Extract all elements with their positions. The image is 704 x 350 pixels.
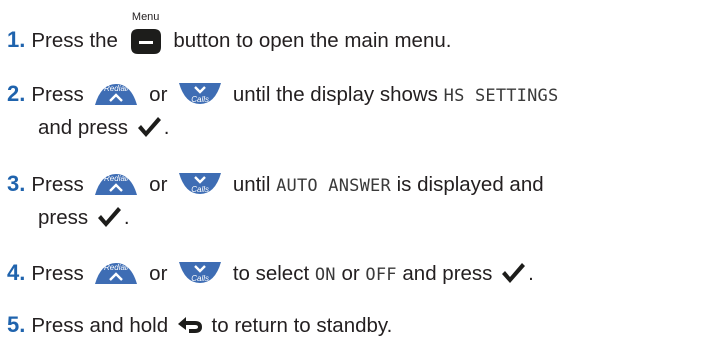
display-text: HS SETTINGS	[443, 86, 559, 106]
step-number: 2.	[7, 81, 26, 106]
step-1: 1. Press the Menu button to open the main…	[7, 11, 702, 59]
step-text: .	[123, 206, 130, 229]
calls-label: Calls	[191, 95, 209, 104]
step-2: 2. Press Redial/ or Calls until the displ…	[7, 76, 702, 114]
step-text: until	[232, 173, 271, 196]
checkmark-icon	[96, 205, 122, 229]
calls-down-button-icon: Calls	[177, 260, 223, 286]
step-number: 4.	[7, 260, 26, 285]
checkmark-icon	[500, 261, 526, 285]
redial-label: Redial/	[104, 263, 129, 272]
redial-up-button-icon: Redial/	[93, 81, 139, 107]
redial-up-button-icon: Redial/	[93, 260, 139, 286]
step-text: or	[149, 262, 168, 285]
step-number: 5.	[7, 312, 26, 337]
menu-button-label: Menu	[131, 11, 160, 23]
redial-label: Redial/	[104, 84, 129, 93]
instructions: 1. Press the Menu button to open the main…	[0, 0, 704, 350]
display-text-off: OFF	[365, 265, 397, 285]
step-text: or	[341, 262, 360, 285]
step-text: Press	[31, 173, 84, 196]
redial-up-button-icon: Redial/	[93, 171, 139, 197]
step-4: 4. Press Redial/ or Calls to select ON or…	[7, 255, 702, 293]
step-2-continued: and press .	[38, 110, 704, 146]
display-text: AUTO ANSWER	[276, 176, 391, 196]
display-text-on: ON	[314, 265, 336, 285]
step-text: or	[149, 83, 168, 106]
step-text: and press	[402, 262, 493, 285]
menu-button-icon: Menu	[128, 11, 164, 55]
calls-down-button-icon: Calls	[177, 81, 223, 107]
step-text: Press	[31, 262, 84, 285]
step-text: to return to standby.	[211, 314, 393, 337]
step-3-continued: press .	[38, 200, 704, 236]
redial-label: Redial/	[104, 174, 129, 183]
checkmark-icon	[136, 115, 162, 139]
step-text: to select	[232, 262, 310, 285]
calls-down-button-icon: Calls	[177, 171, 223, 197]
back-arrow-icon	[177, 315, 203, 335]
step-text: until the display shows	[232, 83, 438, 106]
step-3: 3. Press Redial/ or Calls until AUTO ANSW…	[7, 166, 702, 204]
step-text: .	[163, 116, 170, 139]
step-text: Press the	[31, 29, 118, 52]
step-text: .	[528, 262, 534, 285]
step-number: 1.	[7, 27, 26, 52]
step-text: and press	[38, 116, 129, 139]
step-text: button to open the main menu.	[173, 29, 452, 52]
step-text: Press	[31, 83, 84, 106]
step-text: or	[149, 173, 168, 196]
step-text: press	[38, 206, 89, 229]
calls-label: Calls	[191, 185, 209, 194]
calls-label: Calls	[191, 274, 209, 283]
step-text: Press and hold	[31, 314, 169, 337]
step-number: 3.	[7, 171, 26, 196]
step-5: 5. Press and hold to return to standby.	[7, 307, 702, 344]
step-text: is displayed and	[396, 173, 544, 196]
